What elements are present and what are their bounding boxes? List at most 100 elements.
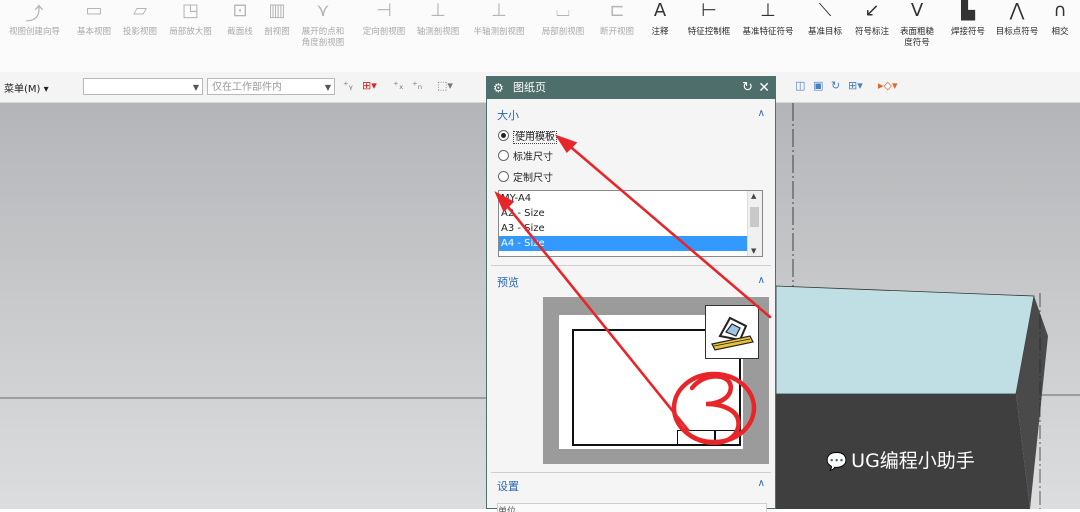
radio-label: 使用模板: [513, 131, 557, 144]
watermark: 💬 UG编程小助手: [826, 446, 975, 473]
settings-section-header[interactable]: 设置: [497, 478, 519, 494]
chevron-down-icon[interactable]: ▼: [751, 247, 756, 255]
ribbon-button-oriented-section[interactable]: ⊣ 定向剖视图: [358, 0, 410, 72]
detail-view-icon: ◳: [181, 0, 199, 21]
chevron-down-icon: ▼: [324, 83, 331, 92]
ribbon-button-label: 度符号: [904, 38, 930, 48]
selection-scope-combo[interactable]: 仅在工作部件内 ▼: [207, 78, 335, 95]
ribbon-button-label: 局部剖视图: [541, 27, 585, 37]
preview-title-block: [677, 430, 739, 444]
snap-point-icon[interactable]: ⁺ₓ: [393, 79, 404, 92]
view-wizard-icon: ⤴: [25, 4, 44, 25]
divider: [491, 472, 771, 473]
type-filter-combo[interactable]: ▼: [83, 78, 203, 95]
ribbon-button-datum-target[interactable]: ⟍ 基准目标: [801, 0, 849, 72]
list-item[interactable]: A3 - Size: [499, 221, 762, 236]
ribbon-button-label: 视图创建向导: [8, 27, 60, 37]
surface-finish-icon: V: [910, 0, 924, 21]
ribbon-button-datum-feature[interactable]: ⊥ 基准特征符号: [737, 0, 799, 72]
render-icon[interactable]: ▣: [813, 79, 823, 92]
ribbon-button-section-view[interactable]: ▥ 剖视图: [260, 0, 294, 72]
ribbon-button-base-view[interactable]: ▭ 基本视图: [72, 0, 116, 72]
ribbon-button-view-wizard[interactable]: ⤴ 视图创建向导: [2, 0, 67, 72]
solid-top-face: [775, 285, 1035, 395]
ribbon-button-label: 基准特征符号: [742, 27, 794, 37]
projected-view-icon: ▱: [133, 0, 147, 21]
ribbon-button-unfolded-section[interactable]: ⋎ 展开的点和 角度剖视图: [296, 0, 350, 72]
radio-label: 标准尺寸: [513, 152, 553, 163]
ribbon-button-symbol-note[interactable]: ↙ 符号标注: [852, 0, 892, 72]
list-item[interactable]: MY-A4: [499, 191, 762, 206]
close-icon[interactable]: ✕: [758, 77, 770, 99]
layer-icon[interactable]: ⊞▾: [848, 79, 863, 92]
ribbon-button-surface-finish[interactable]: V 表面粗糙 度符号: [893, 0, 941, 72]
radio-use-template[interactable]: 使用模板: [498, 130, 557, 144]
ribbon-button-note[interactable]: A 注释: [643, 0, 677, 72]
ribbon-button-axonometric-section[interactable]: ⊥ 轴测剖视图: [412, 0, 464, 72]
scroll-thumb[interactable]: [750, 207, 759, 227]
base-view-icon: ▭: [85, 0, 103, 21]
ribbon-button-half-axonometric[interactable]: ⊥ 半轴测剖视图: [466, 0, 532, 72]
ribbon-button-projected-view[interactable]: ▱ 投影视图: [118, 0, 162, 72]
ribbon-button-label: 符号标注: [854, 27, 889, 37]
ribbon-toolbar: ⤴ 视图创建向导 ▭ 基本视图 ▱ 投影视图 ◳ 局部放大图 ⊡ 截面线 ▥ 剖视图 ⋎ 展开的点和 角度剖…: [0, 0, 1080, 73]
ribbon-button-section-line[interactable]: ⊡ 截面线: [222, 0, 258, 72]
broken-view-icon: ⊏: [609, 0, 625, 21]
ribbon-button-broken-view[interactable]: ⊏ 断开视图: [594, 0, 640, 72]
chevron-up-icon[interactable]: ∧: [758, 478, 765, 489]
chevron-up-icon[interactable]: ∧: [758, 108, 765, 119]
ribbon-button-weld-symbol[interactable]: ▙ 焊接符号: [945, 0, 991, 72]
section-line-icon: ⊡: [232, 0, 248, 21]
target-point-icon: ⋀: [1009, 0, 1025, 21]
radio-checked-icon: [498, 130, 509, 141]
sheet-dialog: ⚙ 图纸页 ↻ ✕ 大小 ∧ 使用模板 标准尺寸 定制尺寸 MY-A4 A2 -…: [486, 76, 776, 512]
unfolded-section-icon: ⋎: [316, 0, 330, 21]
radio-custom-size[interactable]: 定制尺寸: [498, 171, 553, 185]
chevron-down-icon: ▼: [192, 83, 199, 92]
select-rect-icon[interactable]: ⬚▾: [437, 79, 453, 92]
oriented-section-icon: ⊣: [376, 0, 392, 21]
units-label: 单位: [498, 507, 517, 512]
ribbon-button-label: 基准目标: [807, 27, 842, 37]
list-scrollbar[interactable]: ▲ ▼: [747, 191, 762, 256]
break-out-section-icon: ⌴: [555, 0, 571, 21]
list-item[interactable]: A2 - Size: [499, 206, 762, 221]
snap-icon[interactable]: ⁺ᵧ: [343, 79, 353, 92]
chevron-up-icon[interactable]: ∧: [758, 275, 765, 286]
drawing-sheet-icon: [705, 305, 759, 359]
rotate-icon[interactable]: ↻: [831, 79, 840, 92]
ribbon-button-detail-view[interactable]: ◳ 局部放大图: [163, 0, 218, 72]
ribbon-button-target-point[interactable]: ⋀ 目标点符号: [993, 0, 1041, 72]
ribbon-button-break-out-section[interactable]: ⌴ 局部剖视图: [535, 0, 591, 72]
radio-standard-size[interactable]: 标准尺寸: [498, 150, 553, 164]
ribbon-button-intersection[interactable]: ∩ 相交: [1043, 0, 1077, 72]
menu-button[interactable]: 菜单(M) ▾: [4, 80, 49, 95]
snap-end-icon[interactable]: ⁺ₙ: [412, 79, 422, 92]
feature-control-frame-icon: ⊢: [701, 0, 717, 21]
chevron-up-icon[interactable]: ▲: [751, 192, 756, 200]
radio-unchecked-icon: [498, 171, 509, 182]
select-filter-icon[interactable]: ⊞▾: [362, 79, 377, 92]
ribbon-button-label: 展开的点和: [301, 27, 345, 37]
preview-section-header[interactable]: 预览: [497, 274, 519, 290]
template-list[interactable]: MY-A4 A2 - Size A3 - Size A4 - Size ▲ ▼: [498, 190, 763, 257]
list-item-selected[interactable]: A4 - Size: [499, 236, 762, 251]
units-field[interactable]: 单位: [497, 503, 767, 512]
reset-icon[interactable]: ↻: [742, 77, 753, 99]
gear-icon: ⚙: [493, 81, 504, 95]
datum-feature-icon: ⊥: [760, 0, 776, 21]
ribbon-button-feature-control-frame[interactable]: ⊢ 特征控制框: [683, 0, 735, 72]
datum-target-icon: ⟍: [818, 0, 832, 21]
display-icon[interactable]: ▸◇▾: [878, 79, 898, 92]
size-section-header[interactable]: 大小: [497, 107, 519, 123]
dialog-title: 图纸页: [513, 81, 546, 94]
watermark-text: UG编程小助手: [851, 450, 975, 472]
view-icon[interactable]: ◫: [795, 79, 805, 92]
intersection-icon: ∩: [1053, 0, 1067, 21]
radio-label: 定制尺寸: [513, 173, 553, 184]
ribbon-button-label: 投影视图: [122, 27, 157, 37]
half-axonometric-icon: ⊥: [491, 0, 507, 21]
symbol-note-icon: ↙: [864, 0, 880, 21]
ribbon-button-label: 目标点符号: [995, 27, 1039, 37]
ribbon-button-label: 轴测剖视图: [416, 27, 460, 37]
